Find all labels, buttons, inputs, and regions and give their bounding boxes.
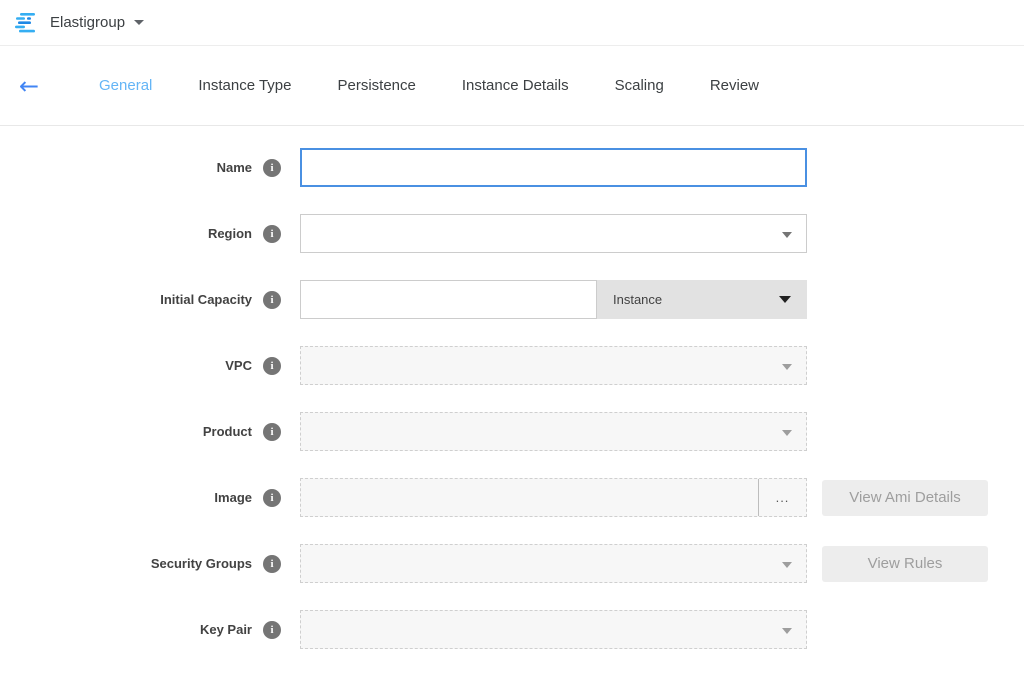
field-row-vpc: VPC i	[0, 346, 1024, 385]
app-header: Elastigroup	[0, 0, 1024, 46]
field-row-initial-capacity: Initial Capacity i Instance	[0, 280, 1024, 319]
tab-review[interactable]: Review	[687, 46, 782, 126]
info-icon[interactable]: i	[263, 423, 281, 441]
field-row-security-groups: Security Groups i View Rules	[0, 544, 1024, 583]
security-groups-select	[300, 544, 807, 583]
initial-capacity-input[interactable]	[300, 280, 597, 319]
field-row-image: Image i ... View Ami Details	[0, 478, 1024, 517]
initial-capacity-label: Initial Capacity	[0, 292, 252, 307]
app-name: Elastigroup	[50, 14, 125, 31]
key-pair-label: Key Pair	[0, 622, 252, 637]
security-groups-label: Security Groups	[0, 556, 252, 571]
chevron-down-icon	[782, 232, 792, 238]
chevron-down-icon	[782, 430, 792, 436]
name-input[interactable]	[300, 148, 807, 187]
image-input: ...	[300, 478, 807, 517]
vpc-select	[300, 346, 807, 385]
field-row-key-pair: Key Pair i	[0, 610, 1024, 649]
tab-persistence[interactable]: Persistence	[315, 46, 439, 126]
field-row-product: Product i	[0, 412, 1024, 451]
wizard-tabbar: ← General Instance Type Persistence Inst…	[0, 46, 1024, 126]
info-icon[interactable]: i	[263, 621, 281, 639]
field-row-region: Region i	[0, 214, 1024, 253]
info-icon[interactable]: i	[263, 357, 281, 375]
chevron-down-icon	[779, 296, 791, 303]
info-icon[interactable]: i	[263, 489, 281, 507]
view-rules-button: View Rules	[822, 546, 988, 582]
tab-instance-type[interactable]: Instance Type	[175, 46, 314, 126]
key-pair-select	[300, 610, 807, 649]
product-select	[300, 412, 807, 451]
info-icon[interactable]: i	[263, 159, 281, 177]
chevron-down-icon	[782, 628, 792, 634]
tab-scaling[interactable]: Scaling	[592, 46, 687, 126]
image-label: Image	[0, 490, 252, 505]
chevron-down-icon	[782, 364, 792, 370]
capacity-unit-value: Instance	[613, 292, 662, 307]
back-arrow-icon: ←	[19, 72, 39, 100]
tab-general[interactable]: General	[76, 46, 175, 126]
chevron-down-icon	[782, 562, 792, 568]
capacity-unit-select[interactable]: Instance	[597, 280, 807, 319]
region-label: Region	[0, 226, 252, 241]
product-label: Product	[0, 424, 252, 439]
info-icon[interactable]: i	[263, 291, 281, 309]
field-row-name: Name i	[0, 148, 1024, 187]
vpc-label: VPC	[0, 358, 252, 373]
info-icon[interactable]: i	[263, 225, 281, 243]
view-ami-details-button: View Ami Details	[822, 480, 988, 516]
wizard-tabs: General Instance Type Persistence Instan…	[76, 46, 782, 126]
app-switcher[interactable]: Elastigroup	[14, 12, 144, 34]
back-button[interactable]: ←	[12, 69, 46, 103]
image-browse-button: ...	[758, 479, 806, 516]
info-icon[interactable]: i	[263, 555, 281, 573]
tab-instance-details[interactable]: Instance Details	[439, 46, 592, 126]
name-label: Name	[0, 160, 252, 175]
region-select[interactable]	[300, 214, 807, 253]
elastigroup-logo-icon	[14, 12, 40, 34]
chevron-down-icon	[134, 20, 144, 25]
general-settings-form: Name i Region i Initial Capacity i Insta…	[0, 126, 1024, 649]
